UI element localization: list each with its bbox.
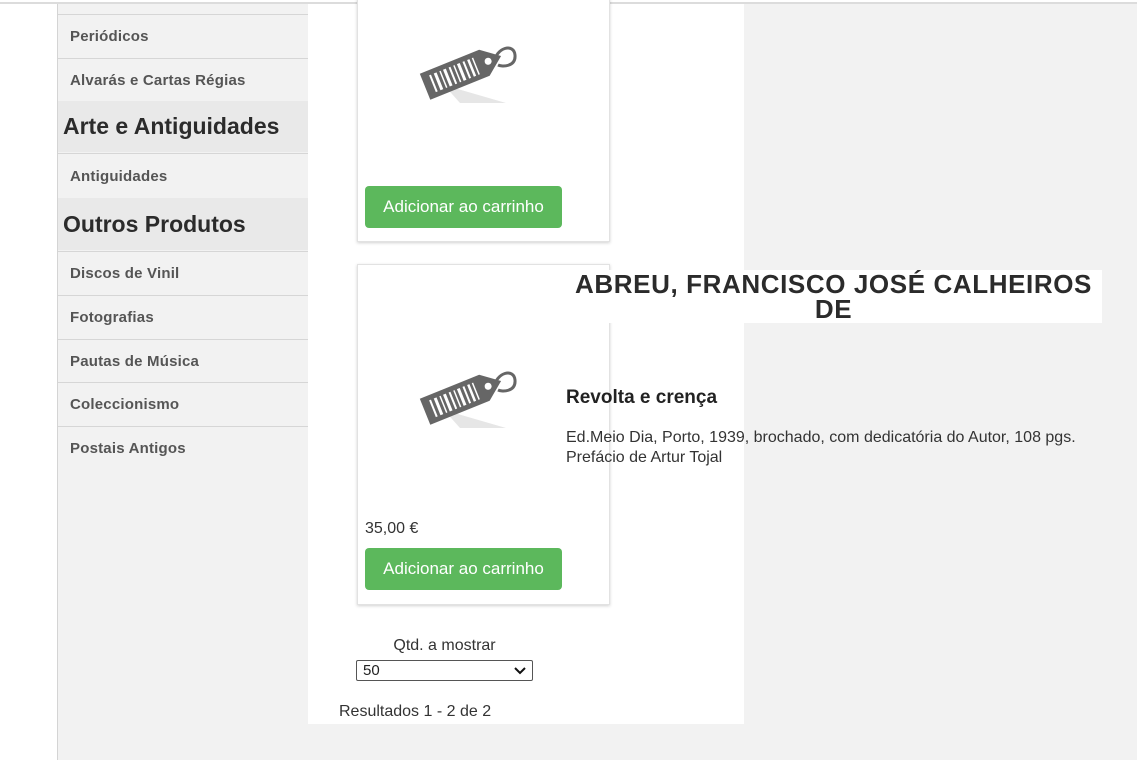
sidebar-heading-arte: Arte e Antiguidades	[58, 101, 308, 152]
product-card: Adicionar ao carrinho	[357, 0, 610, 242]
sidebar-item-periodicos[interactable]: Periódicos	[58, 14, 308, 58]
product-title[interactable]: Revolta e crença	[566, 387, 717, 409]
product-description: Ed.Meio Dia, Porto, 1939, brochado, com …	[566, 429, 1076, 466]
chevron-down-icon	[514, 666, 526, 674]
sidebar-item-postais-antigos[interactable]: Postais Antigos	[58, 426, 308, 470]
results-count: Resultados 1 - 2 de 2	[339, 703, 492, 720]
qty-select[interactable]: 50	[356, 660, 533, 681]
product-price: 35,00 €	[365, 520, 419, 537]
sidebar-item-alvaras[interactable]: Alvarás e Cartas Régias	[58, 58, 308, 101]
qty-label: Qtd. a mostrar	[393, 637, 496, 654]
sidebar-item-discos-de-vinil[interactable]: Discos de Vinil	[58, 251, 308, 295]
add-to-cart-button[interactable]: Adicionar ao carrinho	[365, 548, 562, 590]
sidebar-item-fotografias[interactable]: Fotografias	[58, 295, 308, 339]
category-sidebar: Periódicos Alvarás e Cartas Régias Arte …	[57, 4, 309, 760]
sidebar-heading-outros: Outros Produtos	[58, 198, 308, 250]
price-tag-icon[interactable]	[414, 37, 518, 109]
sidebar-item-coleccionismo[interactable]: Coleccionismo	[58, 382, 308, 426]
qty-selected-value: 50	[363, 662, 380, 679]
price-tag-icon[interactable]	[414, 362, 518, 434]
product-author: ABREU, FRANCISCO JOSÉ CALHEIROS DE	[575, 269, 1092, 324]
sidebar-item-antiguidades[interactable]: Antiguidades	[58, 153, 308, 198]
add-to-cart-button[interactable]: Adicionar ao carrinho	[365, 186, 562, 228]
sidebar-item-pautas-de-musica[interactable]: Pautas de Música	[58, 339, 308, 383]
